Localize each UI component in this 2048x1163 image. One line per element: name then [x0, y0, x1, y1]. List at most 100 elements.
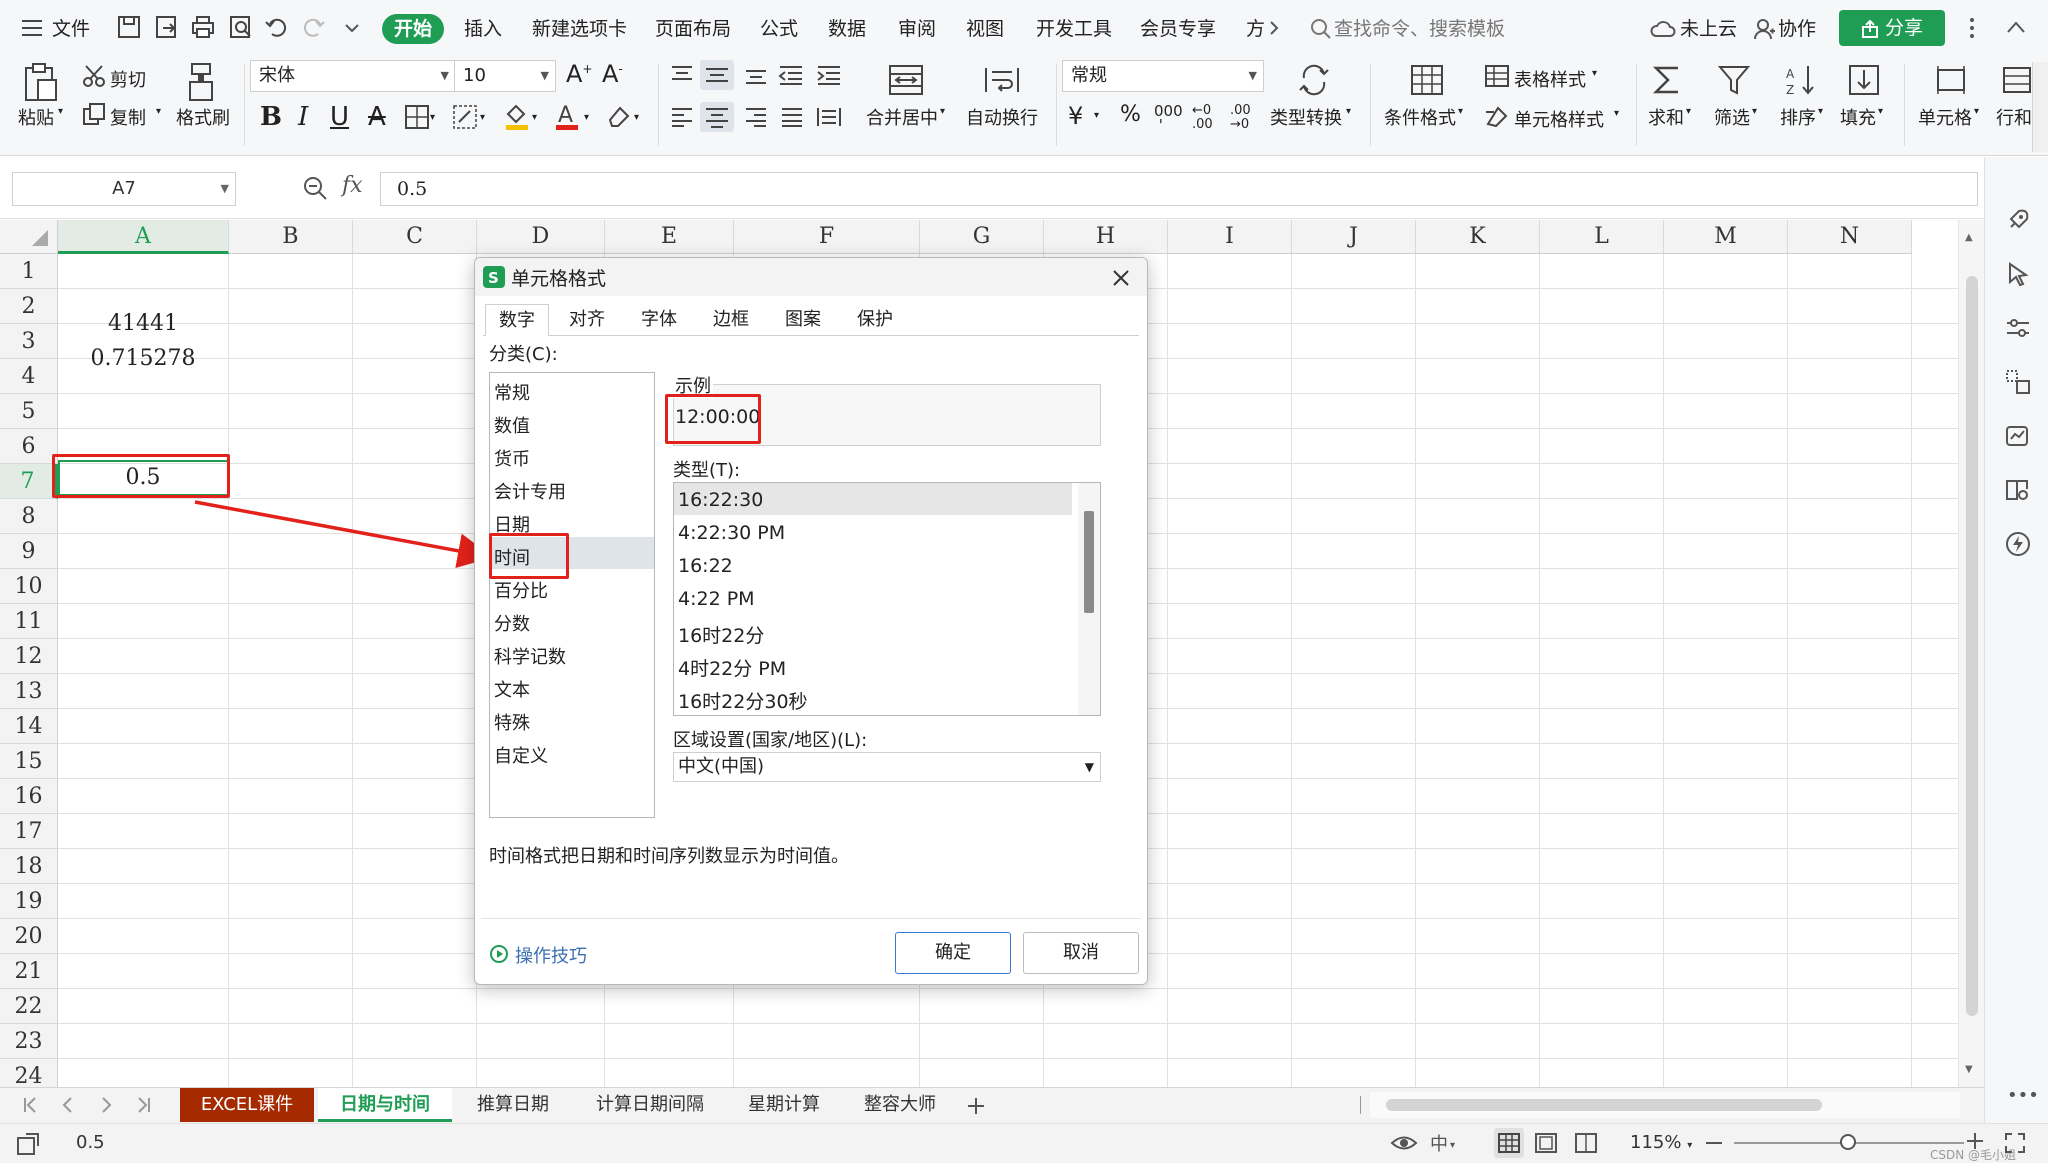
- row-header-22[interactable]: 22: [0, 989, 58, 1024]
- eraser-dropdown-icon[interactable]: ▾: [634, 112, 639, 123]
- cut-button[interactable]: 剪切: [110, 66, 146, 92]
- number-format-select[interactable]: 常规 ▼: [1062, 60, 1264, 92]
- fill-button[interactable]: 填充: [1840, 104, 1876, 130]
- chart-analysis-icon[interactable]: [2005, 423, 2031, 449]
- tab-home[interactable]: 开始: [382, 14, 445, 44]
- border-icon[interactable]: [404, 104, 430, 130]
- category-item-general[interactable]: 常规: [494, 379, 530, 405]
- sum-dropdown-icon[interactable]: ▾: [1686, 106, 1691, 117]
- share-button[interactable]: 分享: [1839, 10, 1945, 46]
- scroll-up-icon[interactable]: ▲: [1965, 232, 1973, 243]
- align-middle-icon[interactable]: [700, 60, 734, 90]
- command-search-input[interactable]: 查找命令、搜索模板: [1334, 14, 1584, 44]
- filter-dropdown-icon[interactable]: ▾: [1752, 106, 1757, 117]
- cell-fill-style-icon[interactable]: [452, 104, 478, 130]
- eye-protection-icon[interactable]: [1390, 1132, 1418, 1154]
- ok-button[interactable]: 确定: [895, 932, 1011, 974]
- row-header-1[interactable]: 1: [0, 254, 58, 289]
- zoom-level[interactable]: 115% ▾: [1630, 1132, 1692, 1153]
- page-break-view-icon[interactable]: [1574, 1132, 1598, 1154]
- input-method-icon[interactable]: 中 ▾: [1428, 1132, 1458, 1154]
- redo-icon[interactable]: [300, 14, 328, 42]
- more-vertical-icon[interactable]: [1968, 16, 1976, 40]
- table-style-button[interactable]: 表格样式: [1514, 66, 1586, 92]
- cond-format-dropdown-icon[interactable]: ▾: [1458, 106, 1463, 117]
- tab-review[interactable]: 审阅: [898, 14, 936, 44]
- tab-member[interactable]: 会员专享: [1140, 14, 1216, 44]
- row-header-17[interactable]: 17: [0, 814, 58, 849]
- row-header-12[interactable]: 12: [0, 639, 58, 674]
- row-header-19[interactable]: 19: [0, 884, 58, 919]
- book-search-icon[interactable]: [2005, 477, 2031, 503]
- type-item[interactable]: 16:22:30: [678, 489, 763, 511]
- font-name-select[interactable]: 宋体 ▼: [250, 60, 456, 92]
- decrease-font-icon[interactable]: A-: [602, 60, 623, 88]
- tab-pattern[interactable]: 图案: [771, 304, 835, 336]
- column-header-g[interactable]: G: [920, 220, 1044, 254]
- tab-page-layout[interactable]: 页面布局: [655, 14, 731, 44]
- align-top-icon[interactable]: [670, 64, 694, 86]
- cell-style-dropdown-icon[interactable]: ▾: [1614, 108, 1619, 119]
- category-item-text[interactable]: 文本: [494, 676, 530, 702]
- row-header-23[interactable]: 23: [0, 1024, 58, 1059]
- chevron-right-icon[interactable]: [1268, 20, 1280, 36]
- justify-icon[interactable]: [780, 106, 804, 128]
- fill-color-dropdown-icon[interactable]: ▾: [532, 112, 537, 123]
- page-layout-view-icon[interactable]: [1534, 1132, 1558, 1154]
- category-item-percentage[interactable]: 百分比: [494, 577, 548, 603]
- type-list-scrollbar[interactable]: [1078, 483, 1100, 715]
- category-item-accounting[interactable]: 会计专用: [494, 478, 566, 504]
- category-item-special[interactable]: 特殊: [494, 709, 530, 735]
- align-right-icon[interactable]: [744, 106, 768, 128]
- sort-button[interactable]: 排序: [1780, 104, 1816, 130]
- font-size-select[interactable]: 10 ▼: [454, 60, 556, 92]
- tab-protection[interactable]: 保护: [843, 304, 907, 336]
- tab-insert[interactable]: 插入: [464, 14, 502, 44]
- font-color-icon[interactable]: A: [554, 102, 580, 132]
- font-color-dropdown-icon[interactable]: ▾: [584, 112, 589, 123]
- type-list-scroll-thumb[interactable]: [1084, 511, 1094, 613]
- category-item-currency[interactable]: 货币: [494, 445, 530, 471]
- indent-decrease-icon[interactable]: [778, 64, 804, 86]
- distributed-align-icon[interactable]: [816, 106, 842, 128]
- row-header-9[interactable]: 9: [0, 534, 58, 569]
- table-style-dropdown-icon[interactable]: ▾: [1592, 68, 1597, 79]
- sheet-tab-weekday[interactable]: 星期计算: [730, 1088, 838, 1122]
- tab-more[interactable]: 方: [1246, 14, 1265, 44]
- row-header-15[interactable]: 15: [0, 744, 58, 779]
- row-header-4[interactable]: 4: [0, 359, 58, 394]
- tab-font[interactable]: 字体: [627, 304, 691, 336]
- column-header-e[interactable]: E: [605, 220, 734, 254]
- decrease-decimal-icon[interactable]: .00 →0: [1230, 104, 1251, 132]
- undo-icon[interactable]: [264, 14, 292, 42]
- fx-icon[interactable]: fx: [342, 173, 363, 198]
- vertical-scrollbar[interactable]: ▲ ▼: [1958, 220, 1984, 1090]
- fullscreen-icon[interactable]: [2004, 1132, 2026, 1154]
- last-sheet-icon[interactable]: [136, 1096, 152, 1114]
- type-list[interactable]: 16:22:30 4:22:30 PM 16:22 4:22 PM 16时22分…: [673, 482, 1101, 716]
- type-item[interactable]: 4:22:30 PM: [678, 522, 785, 544]
- align-left-icon[interactable]: [670, 106, 694, 128]
- column-header-k[interactable]: K: [1416, 220, 1540, 254]
- currency-dropdown-icon[interactable]: ▾: [1094, 110, 1099, 121]
- tab-data[interactable]: 数据: [828, 14, 866, 44]
- print-preview-icon[interactable]: [228, 14, 256, 42]
- row-header-5[interactable]: 5: [0, 394, 58, 429]
- row-header-18[interactable]: 18: [0, 849, 58, 884]
- adjust-icon[interactable]: [2005, 315, 2031, 341]
- fill-color-icon[interactable]: [504, 102, 530, 132]
- column-header-m[interactable]: M: [1664, 220, 1788, 254]
- format-painter-button[interactable]: 格式刷: [176, 104, 230, 130]
- row-header-14[interactable]: 14: [0, 709, 58, 744]
- category-item-number[interactable]: 数值: [494, 412, 530, 438]
- column-header-b[interactable]: B: [229, 220, 353, 254]
- prev-sheet-icon[interactable]: [60, 1096, 74, 1114]
- horizontal-scrollbar[interactable]: [1370, 1092, 1960, 1118]
- transform-icon[interactable]: [2005, 369, 2031, 395]
- tab-splitter[interactable]: [1360, 1096, 1361, 1114]
- sheet-tab-date-time[interactable]: 日期与时间: [318, 1088, 452, 1122]
- column-header-c[interactable]: C: [353, 220, 477, 254]
- vertical-scroll-thumb[interactable]: [1966, 276, 1978, 1016]
- column-header-j[interactable]: J: [1292, 220, 1416, 254]
- border-dropdown-icon[interactable]: ▾: [430, 112, 435, 123]
